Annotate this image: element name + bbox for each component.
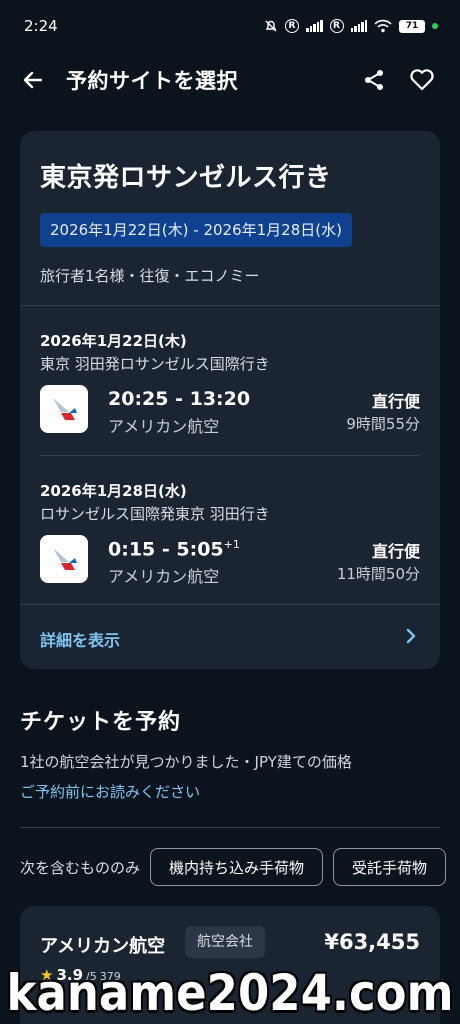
price: ¥63,455 (324, 930, 420, 954)
traveler-info: 旅行者1名様・往復・エコノミー (40, 267, 260, 285)
roaming-icon-2: R (329, 19, 344, 33)
outbound-route: 東京 羽田発ロサンゼルス国際行き (40, 355, 270, 373)
back-arrow-icon[interactable] (16, 63, 50, 97)
outbound-time: 20:25 - 13:20 (108, 388, 251, 410)
divider (20, 305, 440, 306)
show-details-link[interactable]: 詳細を表示 (40, 627, 120, 651)
status-time: 2:24 (24, 17, 58, 35)
watermark: kaname2024.com (6, 964, 454, 1022)
page-title: 予約サイトを選択 (66, 69, 238, 93)
privacy-dot-icon (432, 23, 438, 29)
signal-icon (306, 20, 323, 32)
provider-name: アメリカン航空 (40, 936, 166, 957)
filter-chip-carry-on[interactable]: 機内持ち込み手荷物 (150, 848, 324, 886)
date-range-badge: 2026年1月22日(木) - 2026年1月28日(水) (40, 213, 352, 247)
wifi-icon (374, 19, 392, 33)
next-day-marker: +1 (223, 538, 240, 551)
roaming-icon: R (285, 19, 299, 33)
status-bar: 2:24 R R 71 (0, 0, 460, 52)
filter-label: 次を含むもののみ (20, 858, 141, 877)
outbound-carrier: アメリカン航空 (108, 417, 220, 436)
filter-chip-checked-bag[interactable]: 受託手荷物 (333, 848, 447, 886)
segment-divider (40, 455, 420, 456)
return-route: ロサンゼルス国際発東京 羽田行き (40, 505, 270, 523)
route-title: 東京発ロサンゼルス行き (40, 163, 332, 193)
read-before-booking-link[interactable]: ご予約前にお読みください (20, 781, 200, 802)
heart-icon[interactable] (404, 62, 440, 98)
return-time: 0:15 - 5:05+1 (108, 538, 240, 561)
booking-subtitle: 1社の航空会社が見つかりました・JPY建ての価格 (20, 753, 352, 771)
return-carrier: アメリカン航空 (108, 567, 220, 586)
return-duration: 11時間50分 (336, 565, 420, 583)
chevron-right-icon[interactable] (404, 627, 418, 645)
outbound-stops: 直行便 (371, 392, 420, 411)
divider (20, 604, 440, 605)
share-icon[interactable] (356, 62, 392, 98)
alarm-off-icon (264, 19, 278, 33)
outbound-duration: 9時間55分 (346, 415, 420, 433)
return-date: 2026年1月28日(水) (40, 482, 187, 500)
status-icons: R R 71 (264, 19, 438, 33)
signal-icon-2 (350, 20, 367, 32)
booking-section-title: チケットを予約 (20, 710, 182, 735)
provider-type-badge: 航空会社 (185, 926, 265, 958)
baggage-filter-row: 次を含むもののみ 機内持ち込み手荷物 受託手荷物 (20, 848, 456, 886)
trip-summary-card: 東京発ロサンゼルス行き 2026年1月22日(木) - 2026年1月28日(水… (20, 131, 440, 669)
app-header: 予約サイトを選択 (0, 52, 460, 108)
return-stops: 直行便 (371, 542, 420, 561)
american-airlines-logo-icon (40, 385, 88, 433)
battery-icon: 71 (399, 19, 425, 33)
outbound-date: 2026年1月22日(木) (40, 332, 187, 350)
divider (20, 827, 440, 828)
american-airlines-logo-icon (40, 535, 88, 583)
